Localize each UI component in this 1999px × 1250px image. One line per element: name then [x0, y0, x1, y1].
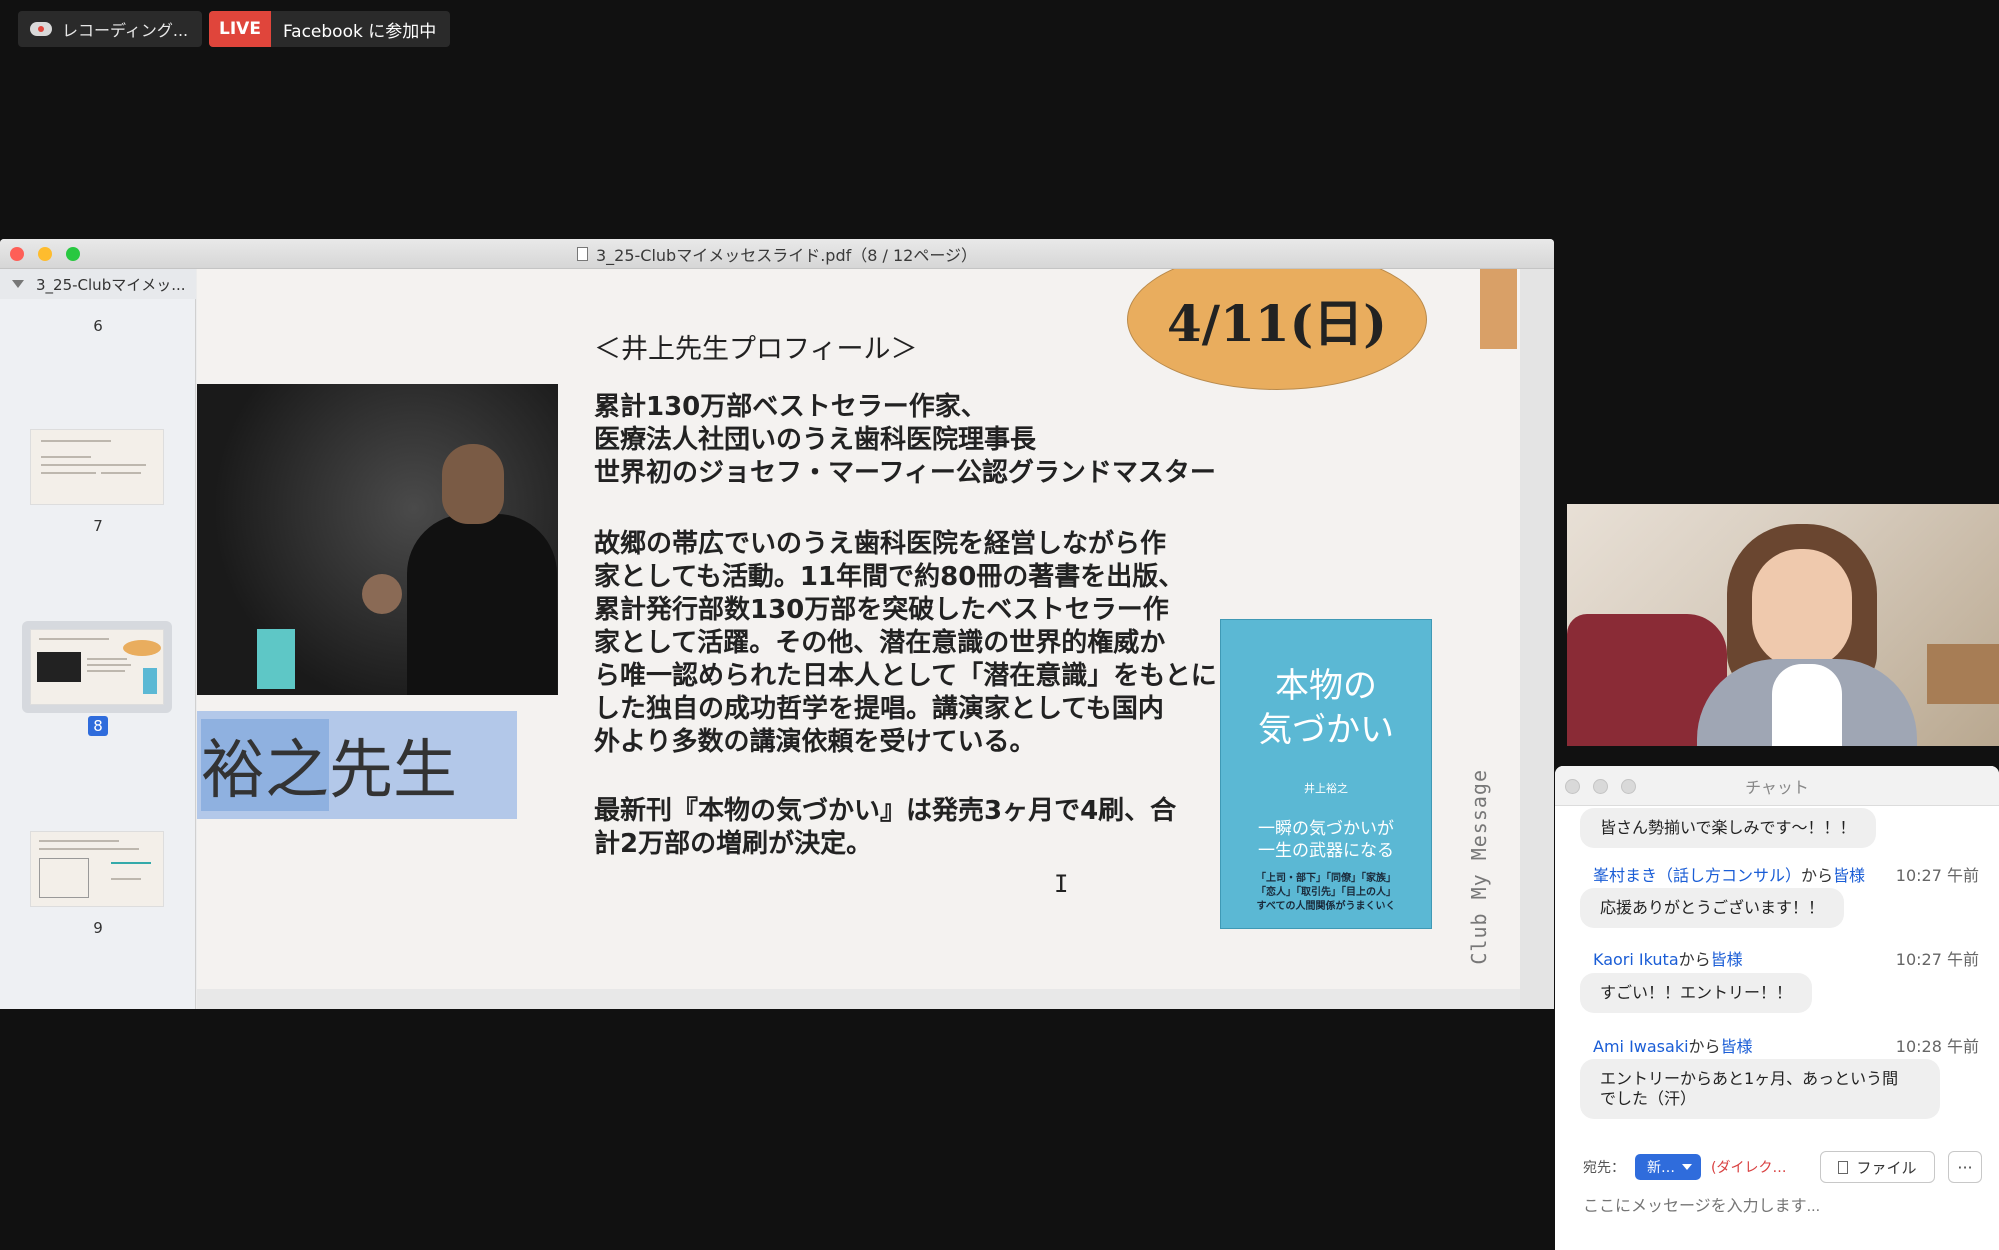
participant-video[interactable] — [1567, 504, 1999, 746]
club-my-message-text: Club My Message — [1467, 769, 1491, 965]
chat-message: 応援ありがとうございます！！ — [1580, 888, 1845, 928]
live-tag: LIVE — [209, 11, 271, 47]
profile-biography: 故郷の帯広でいのうえ歯科医院を経営しながら作 家としても活動。11年間で約80冊… — [594, 529, 1217, 757]
sidebar-doc-name: 3_25-Clubマイメッ... — [36, 275, 186, 294]
recipient-row: 宛先： 新… (ダイレク… — [1583, 1154, 1786, 1180]
live-label: Facebook に参加中 — [282, 21, 437, 42]
book-author: 井上裕之 — [1304, 782, 1348, 795]
sender-name[interactable]: Ami Iwasaki — [1593, 1037, 1689, 1056]
chat-time: 10:27 午前 — [1895, 950, 1979, 969]
name-suffix: 先生 — [329, 734, 457, 808]
page-thumbnail-7[interactable] — [30, 429, 164, 505]
slide-page: 4/11(日) 裕之 先生 ＜井上先生プロフィール＞ 累計130万部ベストセラー作… — [197, 269, 1520, 989]
sidebar-doc-header[interactable]: 3_25-Clubマイメッ... — [0, 269, 196, 299]
speaker-photo — [197, 384, 558, 695]
live-badge[interactable]: LIVE Facebook に参加中 — [209, 11, 451, 47]
book-subtitle: 一瞬の気づかいが 一生の武器になる — [1258, 819, 1394, 861]
disclosure-triangle-icon[interactable] — [12, 280, 24, 288]
recording-label: レコーディング... — [62, 21, 189, 40]
direct-message-label: (ダイレク… — [1711, 1160, 1787, 1176]
chat-time: 10:27 午前 — [1895, 866, 1979, 885]
more-options-button[interactable]: ··· — [1948, 1151, 1982, 1183]
date-badge: 4/11(日) — [1127, 269, 1427, 390]
page-number-9: 9 — [93, 919, 103, 937]
thumbnail-sidebar: 3_25-Clubマイメッ... 6 7 8 9 — [0, 269, 196, 1009]
chat-message: すごい！！エントリー！！ — [1580, 973, 1813, 1013]
chat-sender-line: Ami Iwasakiから皆様 — [1593, 1033, 1753, 1057]
slide-margin — [1520, 269, 1554, 1009]
chat-time: 10:28 午前 — [1895, 1037, 1979, 1056]
window-titlebar[interactable]: 3_25-Clubマイメッセスライド.pdf（8 / 12ページ） — [0, 239, 1554, 269]
recipient-select[interactable]: 新… — [1635, 1154, 1701, 1180]
recording-badge[interactable]: レコーディング... — [18, 11, 203, 47]
close-window-button[interactable] — [10, 247, 24, 261]
chat-message: 皆さん勢揃いで楽しみです〜！！！ — [1580, 808, 1876, 848]
recipient-name[interactable]: 皆様 — [1833, 866, 1865, 885]
recipient-name[interactable]: 皆様 — [1711, 950, 1743, 969]
chat-zoom-button[interactable] — [1621, 779, 1636, 794]
name-selected-text[interactable]: 裕之 — [201, 719, 329, 811]
minimize-window-button[interactable] — [38, 247, 52, 261]
file-icon — [1838, 1160, 1849, 1174]
from-label: から — [1678, 950, 1711, 969]
from-label: から — [1801, 866, 1834, 885]
book-title: 本物の 気づかい — [1258, 666, 1394, 750]
slide-bottom-margin — [197, 989, 1520, 1009]
chat-sender-line: Kaori Ikutaから皆様 — [1593, 946, 1743, 970]
from-label: から — [1688, 1037, 1721, 1056]
profile-latest-book: 最新刊『本物の気づかい』は発売3ヶ月で4刷、合 計2万部の増刷が決定。 — [594, 796, 1177, 859]
chat-close-button[interactable] — [1565, 779, 1580, 794]
chat-sender-line: 峯村まき（話し方コンサル）から皆様 — [1593, 862, 1865, 886]
chat-panel: チャット 皆さん勢揃いで楽しみです〜！！！ 峯村まき（話し方コンサル）から皆様 … — [1555, 766, 1999, 1250]
text-cursor-icon: I — [1054, 870, 1069, 898]
page-number-7: 7 — [93, 517, 103, 535]
cloud-record-icon — [30, 22, 52, 36]
chat-minimize-button[interactable] — [1593, 779, 1608, 794]
zoom-window-button[interactable] — [66, 247, 80, 261]
sender-name[interactable]: 峯村まき（話し方コンサル） — [1593, 866, 1801, 885]
message-input[interactable] — [1583, 1198, 1973, 1216]
profile-summary: 累計130万部ベストセラー作家、 医療法人社団いのうえ歯科医院理事長 世界初のジ… — [594, 392, 1216, 488]
chat-message: エントリーからあと1ヶ月、あっという間 でした（汗） — [1580, 1059, 1940, 1119]
recipient-name[interactable]: 皆様 — [1721, 1037, 1753, 1056]
book-cover: 本物の 気づかい 井上裕之 一瞬の気づかいが 一生の武器になる 「上司・部下」「… — [1220, 619, 1432, 929]
page-number-6: 6 — [93, 317, 103, 335]
book-band: 「上司・部下」「同僚」「家族」 「恋人」「取引先」「目上の人」 すべての人間関係… — [1256, 873, 1396, 912]
page-thumbnail-9[interactable] — [30, 831, 164, 907]
file-button[interactable]: ファイル — [1820, 1151, 1935, 1183]
profile-title: ＜井上先生プロフィール＞ — [594, 334, 918, 365]
file-button-label: ファイル — [1856, 1158, 1917, 1177]
pdf-document-icon — [576, 246, 588, 261]
pdf-window: 3_25-Clubマイメッセスライド.pdf（8 / 12ページ） 3_25-C… — [0, 239, 1554, 1009]
chat-title: チャット — [1745, 777, 1809, 797]
selected-page-label: 8 — [88, 716, 108, 736]
slide-corner-decoration — [1480, 269, 1517, 349]
page-thumbnail-8[interactable] — [30, 629, 164, 705]
to-label: 宛先： — [1583, 1160, 1625, 1176]
page-number-8-selected: 8 — [0, 716, 196, 736]
speaker-name: 裕之 先生 — [197, 711, 517, 819]
window-title: 3_25-Clubマイメッセスライド.pdf（8 / 12ページ） — [595, 245, 978, 265]
chat-titlebar: チャット — [1555, 766, 1999, 806]
sender-name[interactable]: Kaori Ikuta — [1593, 950, 1679, 969]
